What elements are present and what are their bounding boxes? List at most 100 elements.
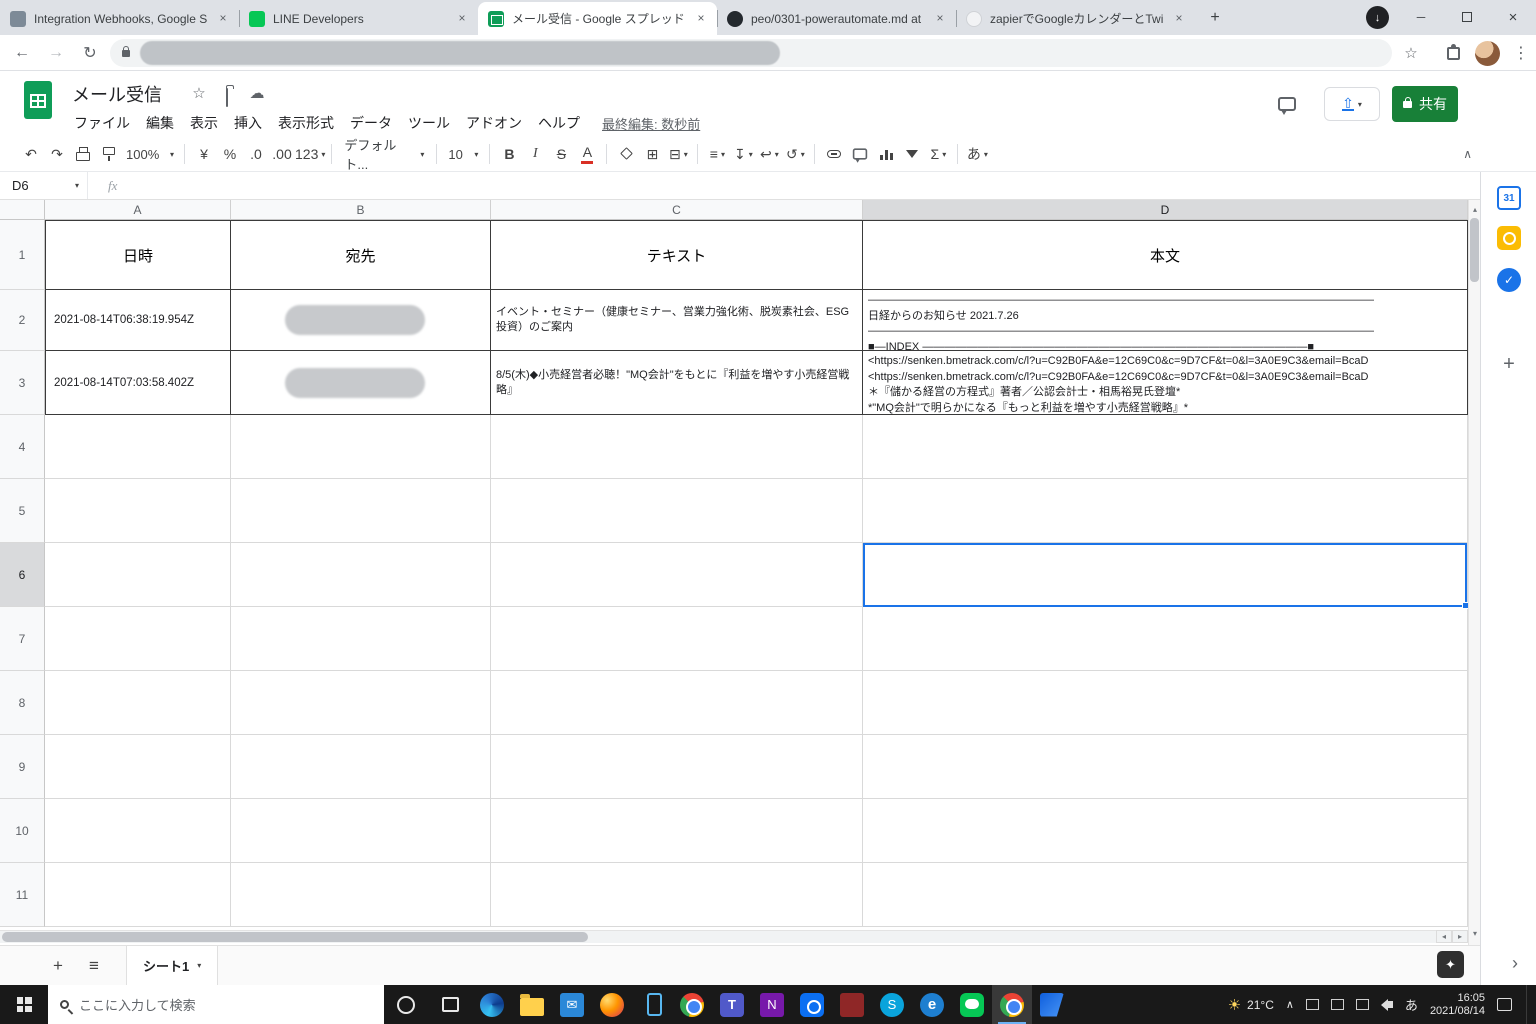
taskbar-app-file-explorer[interactable] — [512, 985, 552, 1024]
horizontal-scroll-thumb[interactable] — [2, 932, 588, 942]
tray-expand-icon[interactable]: ∧ — [1286, 998, 1294, 1011]
volume-icon[interactable] — [1380, 998, 1393, 1011]
url-field[interactable] — [110, 39, 1392, 67]
cell-D1[interactable]: 本文 — [863, 220, 1468, 290]
star-document-icon[interactable]: ☆ — [188, 84, 210, 102]
create-filter-button[interactable] — [899, 141, 925, 167]
input-tools-button[interactable]: あ ▾ — [964, 141, 990, 167]
get-addons-button[interactable]: + — [1497, 352, 1521, 376]
action-center-icon[interactable] — [1497, 998, 1512, 1011]
cell-C1[interactable]: テキスト — [491, 220, 863, 290]
new-tab-button[interactable]: + — [1201, 4, 1229, 32]
row-header-3[interactable]: 3 — [0, 351, 45, 415]
browser-update-badge-icon[interactable]: ↓ — [1366, 6, 1389, 29]
font-size-select[interactable]: 10 ▾ — [443, 141, 483, 167]
functions-button[interactable]: Σ ▾ — [925, 141, 951, 167]
cell-A4[interactable] — [45, 415, 231, 479]
format-currency-button[interactable]: ¥ — [191, 141, 217, 167]
tasks-icon[interactable]: ✓ — [1497, 268, 1521, 292]
tab-close-icon[interactable]: × — [1171, 11, 1187, 27]
taskbar-app-unknown[interactable] — [832, 985, 872, 1024]
menu-format[interactable]: 表示形式 — [270, 109, 342, 137]
cell-C8[interactable] — [491, 671, 863, 735]
cell-A5[interactable] — [45, 479, 231, 543]
browser-tab-github[interactable]: peo/0301-powerautomate.md at × — [717, 2, 956, 35]
reload-button[interactable]: ↻ — [76, 39, 104, 67]
zoom-select[interactable]: 100% ▾ — [122, 141, 178, 167]
hide-menus-button[interactable]: ∧ — [1463, 147, 1472, 161]
window-maximize-button[interactable] — [1444, 0, 1490, 34]
cell-B3[interactable] — [231, 351, 491, 415]
comment-history-button[interactable] — [1274, 91, 1300, 117]
window-close-button[interactable]: × — [1490, 0, 1536, 34]
cell-D4[interactable] — [863, 415, 1468, 479]
horizontal-align-button[interactable]: ≡ ▾ — [704, 141, 730, 167]
menu-help[interactable]: ヘルプ — [530, 109, 588, 137]
sheet-tab-active[interactable]: シート1 ▾ — [126, 946, 219, 985]
menu-insert[interactable]: 挿入 — [226, 109, 270, 137]
cell-A3[interactable]: 2021-08-14T07:03:58.402Z — [45, 351, 231, 415]
menu-file[interactable]: ファイル — [66, 109, 138, 137]
back-button[interactable]: ← — [8, 39, 36, 67]
cell-C2[interactable]: イベント・セミナー（健康セミナー、営業力強化術、脱炭素社会、ESG投資）のご案内 — [491, 290, 863, 351]
task-view-button[interactable] — [428, 985, 472, 1024]
side-panel-toggle-icon[interactable]: › — [1500, 948, 1530, 978]
all-sheets-button[interactable]: ≡ — [80, 952, 108, 980]
column-header-D[interactable]: D — [863, 200, 1468, 220]
cell-C4[interactable] — [491, 415, 863, 479]
taskbar-app-power-automate[interactable] — [1032, 985, 1072, 1024]
cell-D5[interactable] — [863, 479, 1468, 543]
taskbar-clock[interactable]: 16:05 2021/08/14 — [1430, 992, 1485, 1018]
cell-A11[interactable] — [45, 863, 231, 927]
cortana-button[interactable] — [384, 985, 428, 1024]
cell-C10[interactable] — [491, 799, 863, 863]
show-desktop-button[interactable] — [1526, 985, 1530, 1024]
italic-button[interactable]: I — [522, 141, 548, 167]
print-button[interactable] — [70, 141, 96, 167]
cell-A10[interactable] — [45, 799, 231, 863]
present-to-meet-button[interactable]: ⇧ ▾ — [1324, 87, 1380, 121]
row-header-5[interactable]: 5 — [0, 479, 45, 543]
column-header-C[interactable]: C — [491, 200, 863, 220]
taskbar-app-chrome[interactable] — [672, 985, 712, 1024]
taskbar-app-your-phone[interactable] — [632, 985, 672, 1024]
cell-B2[interactable] — [231, 290, 491, 351]
move-to-folder-icon[interactable] — [216, 88, 238, 107]
tab-close-icon[interactable]: × — [215, 11, 231, 27]
taskbar-app-edge-legacy[interactable]: e — [912, 985, 952, 1024]
insert-comment-button[interactable] — [847, 141, 873, 167]
taskbar-app-teams[interactable]: T — [712, 985, 752, 1024]
row-header-8[interactable]: 8 — [0, 671, 45, 735]
paint-format-button[interactable] — [96, 141, 122, 167]
window-minimize-button[interactable]: ─ — [1398, 0, 1444, 34]
insert-link-button[interactable] — [821, 141, 847, 167]
row-header-1[interactable]: 1 — [0, 220, 45, 290]
increase-decimal-button[interactable]: .00 — [269, 141, 295, 167]
menu-tools[interactable]: ツール — [400, 109, 458, 137]
share-button[interactable]: 共有 — [1392, 86, 1458, 122]
redo-button[interactable]: ↷ — [44, 141, 70, 167]
menu-addons[interactable]: アドオン — [458, 109, 530, 137]
tab-close-icon[interactable]: × — [932, 11, 948, 27]
cell-B7[interactable] — [231, 607, 491, 671]
cell-D8[interactable] — [863, 671, 1468, 735]
tray-status-icon[interactable] — [1355, 999, 1369, 1010]
format-percent-button[interactable]: % — [217, 141, 243, 167]
calendar-icon[interactable]: 31 — [1497, 186, 1521, 210]
row-header-2[interactable]: 2 — [0, 290, 45, 351]
scroll-left-button[interactable]: ◂ — [1436, 930, 1452, 943]
cell-B6[interactable] — [231, 543, 491, 607]
keep-icon[interactable] — [1497, 226, 1521, 250]
last-edit-link[interactable]: 最終編集: 数秒前 — [602, 114, 700, 133]
select-all-corner[interactable] — [0, 200, 45, 220]
merge-cells-button[interactable]: ⊟ ▾ — [665, 141, 691, 167]
taskbar-app-edge[interactable] — [472, 985, 512, 1024]
cell-D6-selected[interactable] — [863, 543, 1468, 607]
browser-profile-avatar[interactable] — [1474, 40, 1500, 66]
insert-chart-button[interactable] — [873, 141, 899, 167]
cell-C9[interactable] — [491, 735, 863, 799]
document-title[interactable]: メール受信 — [72, 81, 162, 107]
cell-B5[interactable] — [231, 479, 491, 543]
row-header-6[interactable]: 6 — [0, 543, 45, 607]
row-header-4[interactable]: 4 — [0, 415, 45, 479]
